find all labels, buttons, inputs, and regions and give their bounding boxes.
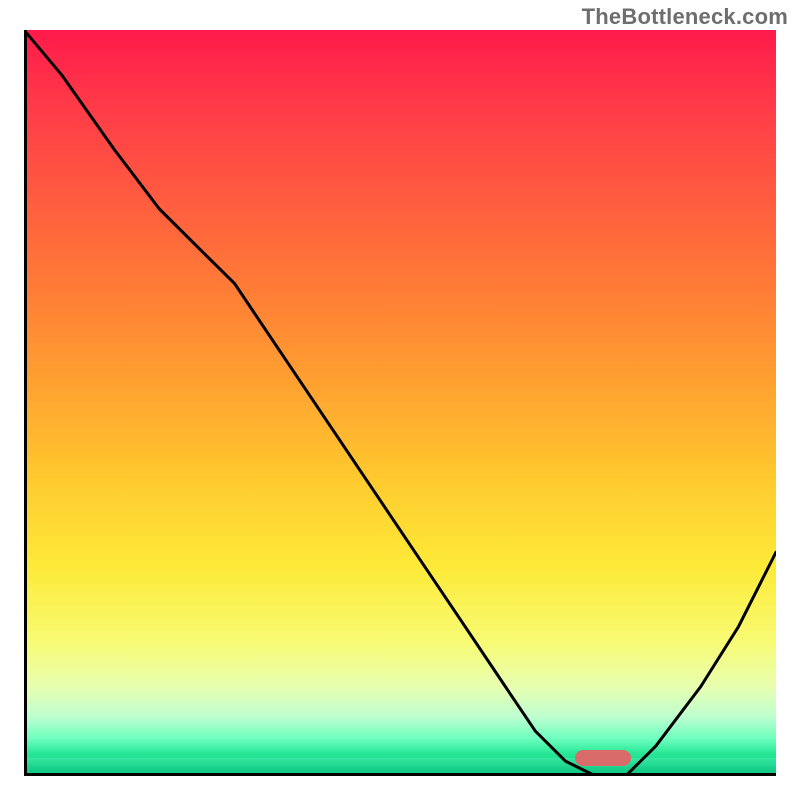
y-axis [24,30,27,776]
watermark-label: TheBottleneck.com [582,4,788,30]
plot-area [24,30,776,776]
chart-container: TheBottleneck.com [0,0,800,800]
optimal-marker [575,750,631,766]
x-axis [24,773,776,776]
bottleneck-curve [24,30,776,776]
